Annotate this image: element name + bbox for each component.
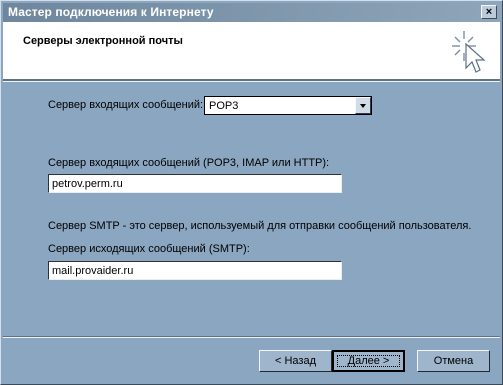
window-title: Мастер подключения к Интернету (8, 5, 214, 19)
page-title: Серверы электронной почты (23, 35, 183, 47)
incoming-server-label: Сервер входящих сообщений (POP3, IMAP ил… (48, 157, 330, 169)
back-button[interactable]: < Назад (259, 350, 332, 372)
title-bar[interactable]: Мастер подключения к Интернету × (3, 3, 500, 22)
server-type-select[interactable]: POP3 (204, 96, 372, 115)
server-type-value: POP3 (209, 100, 239, 112)
header-divider (3, 79, 500, 82)
chevron-down-icon[interactable] (355, 97, 371, 114)
incoming-server-value: petrov.perm.ru (52, 178, 123, 190)
close-button[interactable]: × (481, 5, 497, 19)
wizard-header: Серверы электронной почты (3, 22, 500, 79)
focus-rectangle (337, 355, 400, 367)
outgoing-server-value: mail.provaider.ru (52, 265, 134, 277)
smtp-description: Сервер SMTP - это сервер, используемый д… (48, 220, 472, 232)
wizard-window: Мастер подключения к Интернету × Серверы… (0, 0, 503, 385)
outgoing-server-field[interactable]: mail.provaider.ru (48, 261, 342, 280)
next-button[interactable]: Далее > (332, 350, 405, 372)
wizard-sparkle-cursor-icon (452, 31, 486, 73)
server-type-label: Сервер входящих сообщений: (48, 99, 204, 111)
footer-divider (3, 336, 500, 338)
outgoing-server-label: Сервер исходящих сообщений (SMTP): (48, 243, 250, 255)
incoming-server-field[interactable]: petrov.perm.ru (48, 174, 342, 193)
cancel-button[interactable]: Отмена (417, 350, 490, 372)
